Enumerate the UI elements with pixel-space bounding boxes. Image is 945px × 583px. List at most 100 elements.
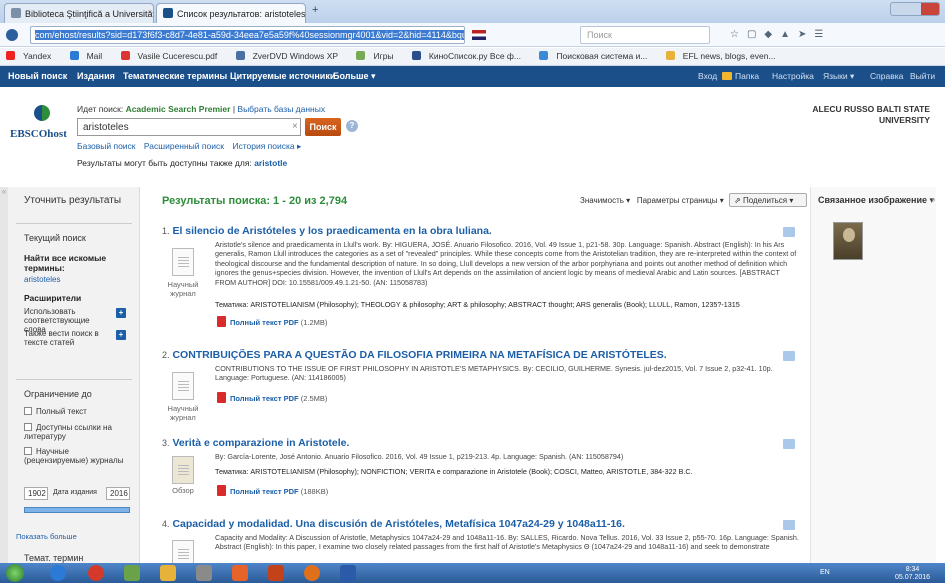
add-expander-1-button[interactable]: +: [116, 308, 126, 318]
pdf-icon: [217, 392, 226, 403]
nav-preferences[interactable]: Настройка: [772, 71, 814, 81]
media-icon[interactable]: [232, 565, 248, 581]
limiter-references[interactable]: Доступны ссылки на литературу: [24, 423, 129, 441]
search-button[interactable]: Поиск: [305, 118, 341, 136]
result-3-pdf-link[interactable]: Полный текст PDF (188KB): [217, 485, 328, 496]
nav-cited-references[interactable]: Цитируемые источники: [230, 71, 335, 81]
nav-sign-in[interactable]: Вход: [698, 71, 717, 81]
sort-relevance-dropdown[interactable]: Значимость ▾: [580, 196, 630, 205]
bookmark-yandex[interactable]: Yandex: [6, 51, 59, 61]
expander-2-label: Также вести поиск в тексте статей: [24, 329, 99, 347]
explorer-icon[interactable]: [160, 565, 176, 581]
find-all-term[interactable]: aristoteles: [24, 275, 60, 284]
bookmark-games[interactable]: Игры: [356, 51, 401, 61]
nav-folder[interactable]: Папка: [735, 71, 759, 81]
nav-new-search[interactable]: Новый поиск: [8, 71, 67, 81]
advanced-search-link[interactable]: Расширенный поиск: [144, 141, 224, 151]
clock-date: 05.07.2016: [895, 574, 931, 581]
choose-databases-link[interactable]: Выбрать базы данных: [237, 104, 325, 114]
new-tab-button[interactable]: +: [312, 4, 318, 16]
divider: [16, 379, 132, 380]
search-placeholder: Поиск: [587, 30, 612, 40]
nav-publications[interactable]: Издания: [77, 71, 115, 81]
limit-to-heading[interactable]: Ограничение до: [24, 389, 92, 399]
limiter-peer-reviewed[interactable]: Научные (рецензируемые) журналы: [24, 447, 129, 465]
browser-tab-biblioteca[interactable]: Biblioteca Ştiinţifică a Universităţii..…: [4, 3, 154, 23]
ie-icon[interactable]: [50, 565, 66, 581]
results-heading: Результаты поиска: 1 - 20 из 2,794: [162, 195, 348, 207]
date-slider[interactable]: [24, 507, 130, 513]
year-label: Дата издания: [53, 489, 97, 496]
search-input[interactable]: aristoteles: [77, 118, 301, 136]
year-to-input[interactable]: 2016: [106, 487, 130, 500]
bookmark-zverdvd[interactable]: ZverDVD Windows XP: [235, 51, 347, 61]
nav-exit[interactable]: Выйти: [910, 71, 935, 81]
word-icon[interactable]: [340, 565, 356, 581]
nav-help[interactable]: Справка: [870, 71, 903, 81]
aristotle-image-thumbnail[interactable]: [833, 222, 863, 260]
browser-search-field[interactable]: Поиск: [580, 26, 710, 44]
result-3-title[interactable]: 3. Verità e comparazione in Aristotele.: [162, 437, 782, 449]
language-indicator[interactable]: EN: [820, 569, 830, 576]
nav-languages[interactable]: Языки ▾: [823, 71, 854, 82]
year-from-input[interactable]: 1902: [24, 487, 48, 500]
limiter-full-text[interactable]: Полный текст: [24, 407, 87, 416]
firefox-icon[interactable]: [304, 565, 320, 581]
page-options-dropdown[interactable]: Параметры страницы ▾: [637, 196, 724, 205]
add-to-folder-icon[interactable]: [783, 351, 795, 361]
institution-name: ALECU RUSSO BALTI STATE UNIVERSITY: [812, 104, 930, 125]
result-1-title[interactable]: 1. El silencio de Aristóteles y los prae…: [162, 225, 782, 237]
collapse-left-icon[interactable]: «: [0, 187, 8, 567]
clear-search-icon[interactable]: ×: [292, 121, 298, 132]
app-icon[interactable]: [124, 565, 140, 581]
share-button[interactable]: ⇗ Поделиться ▾: [729, 193, 807, 207]
close-window-icon[interactable]: [921, 3, 939, 15]
add-to-folder-icon[interactable]: [783, 520, 795, 530]
pdf-icon: [217, 316, 226, 327]
nav-more[interactable]: Больше ▾: [333, 71, 376, 82]
also-term-link[interactable]: aristotle: [254, 158, 287, 168]
marc-icon[interactable]: [196, 565, 212, 581]
related-images-heading[interactable]: Связанное изображение ▾: [818, 195, 934, 206]
bookmark-search-system[interactable]: Поисковая система и...: [539, 51, 655, 61]
basic-search-link[interactable]: Базовый поиск: [77, 141, 136, 151]
browser-tab-bar: Biblioteca Ştiinţifică a Universităţii..…: [0, 0, 945, 23]
start-button-icon[interactable]: [6, 564, 24, 582]
add-to-folder-icon[interactable]: [783, 439, 795, 449]
current-search-heading[interactable]: Текущий поиск: [24, 233, 86, 243]
toolbar-icons[interactable]: ☆▢◆▲➤☰: [730, 29, 831, 40]
url-field[interactable]: com/ehost/results?sid=d173f6f3-c8d7-4e81…: [30, 26, 465, 44]
powerpoint-icon[interactable]: [268, 565, 284, 581]
bookmark-efl[interactable]: EFL news, blogs, even...: [665, 51, 784, 61]
clock[interactable]: 8:34 05.07.2016: [895, 566, 930, 582]
window-controls[interactable]: [890, 2, 940, 16]
games-icon: [356, 51, 366, 60]
back-icon[interactable]: [6, 29, 18, 41]
checkbox[interactable]: [24, 423, 32, 431]
browser-tab-results[interactable]: Список результатов: aristoteles: E...: [156, 3, 306, 23]
opera-icon[interactable]: [88, 565, 104, 581]
system-tray: EN: [820, 569, 830, 576]
subject-terms-heading[interactable]: Темат. термин: [24, 553, 83, 563]
result-2-pdf-link[interactable]: Полный текст PDF (2.5MB): [217, 392, 327, 403]
ebsco-logo[interactable]: EBSCOhost: [10, 128, 67, 140]
bookmark-cucerescu[interactable]: Vasile Cucerescu.pdf: [120, 51, 226, 61]
related-images-panel: [810, 187, 936, 567]
result-4-title[interactable]: 4. Capacidad y modalidad. Una discusión …: [162, 518, 782, 530]
add-to-folder-icon[interactable]: [783, 227, 795, 237]
help-icon[interactable]: ?: [346, 120, 358, 132]
database-name: Academic Search Premier: [125, 104, 231, 114]
checkbox[interactable]: [24, 447, 32, 455]
bookmark-kinospisok[interactable]: КиноСписок.ру Все ф...: [411, 51, 529, 61]
also-available: Результаты могут быть доступны также для…: [77, 158, 287, 168]
result-1-pdf-link[interactable]: Полный текст PDF (1.2MB): [217, 316, 327, 327]
search-history-link[interactable]: История поиска ▸: [232, 141, 301, 151]
result-2-title[interactable]: 2. CONTRIBUIÇÕES PARA A QUESTÃO DA FILOS…: [162, 349, 782, 361]
add-expander-2-button[interactable]: +: [116, 330, 126, 340]
expand-right-icon[interactable]: »: [931, 195, 935, 204]
show-more-link[interactable]: Показать больше: [16, 532, 77, 541]
checkbox[interactable]: [24, 407, 32, 415]
windows-taskbar: [0, 563, 945, 583]
bookmark-mail[interactable]: Mail: [69, 51, 111, 61]
nav-subject-terms[interactable]: Тематические термины: [123, 71, 227, 81]
